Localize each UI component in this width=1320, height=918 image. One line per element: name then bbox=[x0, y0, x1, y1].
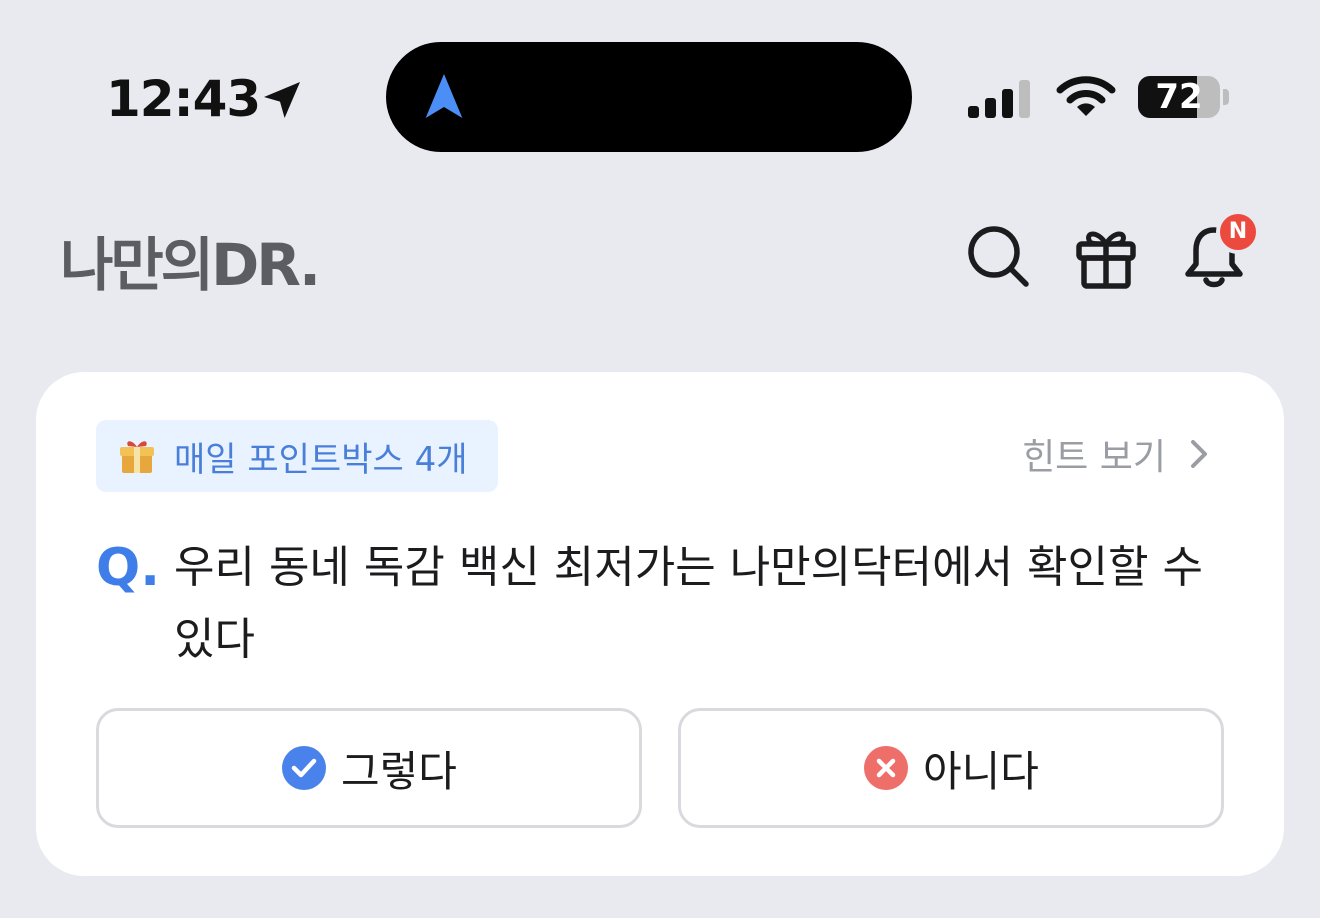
battery-level: 72 bbox=[1155, 77, 1203, 117]
app-logo: 나만의DR. bbox=[60, 231, 321, 299]
battery-icon: 72 bbox=[1138, 76, 1230, 118]
gift-box-icon bbox=[120, 441, 154, 473]
no-button[interactable]: 아니다 bbox=[678, 708, 1224, 828]
navigation-icon bbox=[425, 74, 463, 118]
hint-link[interactable]: 힌트 보기 bbox=[1022, 428, 1214, 480]
wifi-icon bbox=[1056, 76, 1116, 116]
status-time: 12:43 bbox=[106, 70, 261, 128]
battery-cap bbox=[1223, 89, 1229, 105]
location-arrow-icon bbox=[264, 82, 300, 118]
x-circle-icon bbox=[864, 746, 909, 790]
dynamic-island bbox=[386, 42, 912, 152]
gift-icon[interactable] bbox=[1070, 220, 1142, 292]
cellular-signal-icon bbox=[968, 80, 1030, 118]
yes-button-label: 그렇다 bbox=[341, 746, 457, 796]
question-text: 우리 동네 독감 백신 최저가는 나만의닥터에서 확인할 수 있다 bbox=[174, 542, 1203, 665]
no-button-label: 아니다 bbox=[923, 746, 1039, 796]
search-icon[interactable] bbox=[962, 220, 1034, 292]
quiz-card: 매일 포인트박스 4개 힌트 보기 Q. 우리 동네 독감 백신 최저가는 나만… bbox=[36, 372, 1284, 876]
points-chip[interactable]: 매일 포인트박스 4개 bbox=[96, 420, 498, 492]
hint-label: 힌트 보기 bbox=[1022, 437, 1166, 478]
question-marker: Q. bbox=[96, 538, 160, 598]
app-screen: 12:43 72 나만의DR. N 매일 포인트박스 4개 힌트 보기 Q. 우… bbox=[0, 0, 1320, 918]
points-chip-label: 매일 포인트박스 4개 bbox=[174, 439, 468, 480]
yes-button[interactable]: 그렇다 bbox=[96, 708, 642, 828]
chevron-right-icon bbox=[1191, 440, 1207, 468]
check-circle-icon bbox=[282, 746, 327, 790]
notification-badge: N bbox=[1216, 210, 1260, 254]
battery-body: 72 bbox=[1138, 76, 1220, 118]
